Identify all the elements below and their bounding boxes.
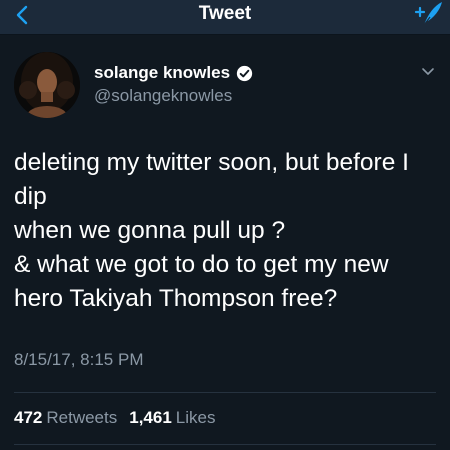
compose-tweet-icon[interactable]: [410, 0, 444, 28]
divider: [14, 444, 436, 445]
divider: [14, 392, 436, 393]
tweet-text: deleting my twitter soon, but before I d…: [14, 149, 409, 312]
page-title: Tweet: [198, 3, 252, 24]
profile-photo: [14, 52, 80, 118]
navigation-bar: Tweet: [0, 0, 450, 35]
author-name-row[interactable]: solange knowles: [94, 62, 253, 84]
retweets-label[interactable]: Retweets: [46, 408, 117, 428]
author-name[interactable]: solange knowles: [94, 63, 230, 83]
chevron-down-icon[interactable]: [420, 64, 436, 80]
tweet-timestamp: 8/15/17, 8:15 PM: [14, 350, 144, 369]
engagement-stats: 472 Retweets 1,461 Likes: [14, 408, 223, 428]
verified-badge-icon: [236, 65, 253, 81]
retweets-count[interactable]: 472: [14, 408, 42, 428]
likes-count[interactable]: 1,461: [129, 408, 172, 428]
author-handle[interactable]: @solangeknowles: [94, 86, 232, 106]
avatar[interactable]: [14, 52, 80, 118]
likes-label[interactable]: Likes: [176, 408, 216, 428]
